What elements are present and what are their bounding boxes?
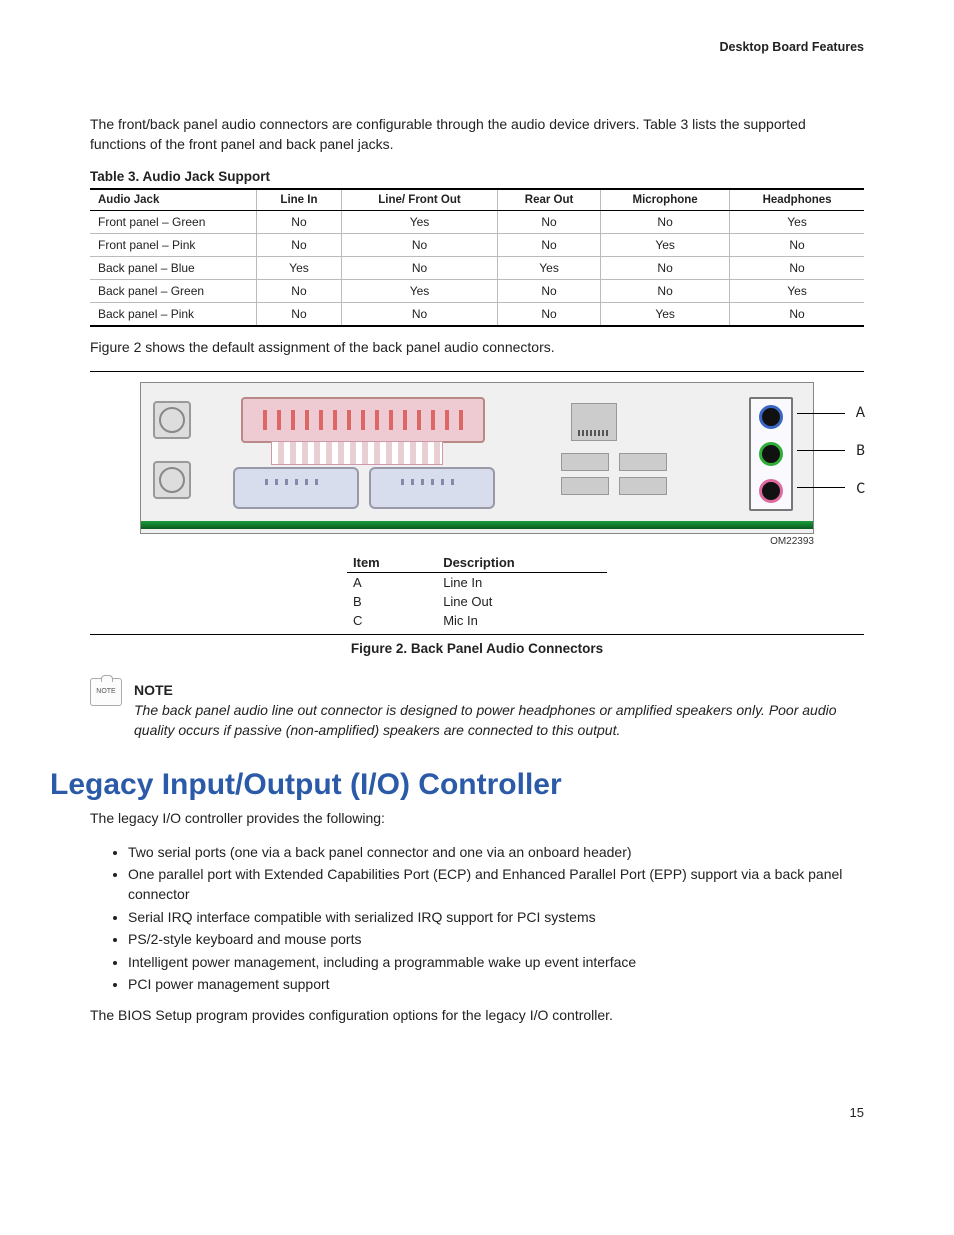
figure2-intro: Figure 2 shows the default assignment of… bbox=[90, 337, 864, 357]
label-a: A bbox=[856, 403, 865, 422]
th-headphones: Headphones bbox=[730, 189, 864, 211]
list-item: PCI power management support bbox=[128, 975, 864, 995]
figure-divider-bottom bbox=[90, 634, 864, 635]
table-row: Back panel – GreenNoYesNoNoYes bbox=[90, 279, 864, 302]
serial-port-icon bbox=[369, 467, 495, 509]
table-row: Front panel – PinkNoNoNoYesNo bbox=[90, 233, 864, 256]
table-row: Back panel – PinkNoNoNoYesNo bbox=[90, 302, 864, 326]
feature-list: Two serial ports (one via a back panel c… bbox=[90, 843, 864, 995]
th-front-out: Line/ Front Out bbox=[341, 189, 497, 211]
table3-caption: Table 3. Audio Jack Support bbox=[90, 169, 864, 184]
legend-th-desc: Description bbox=[437, 553, 607, 573]
usb-port-icon bbox=[619, 477, 667, 495]
ps2-port-icon bbox=[153, 461, 191, 499]
table3: Audio Jack Line In Line/ Front Out Rear … bbox=[90, 188, 864, 327]
parallel-port-icon bbox=[241, 397, 485, 443]
leader-line bbox=[797, 413, 845, 414]
note-body: The back panel audio line out connector … bbox=[134, 700, 864, 741]
audio-jack-stack-icon bbox=[749, 397, 793, 511]
figure2-legend: Item Description ALine In BLine Out CMic… bbox=[347, 553, 607, 630]
ethernet-port-icon bbox=[571, 403, 617, 441]
line-out-jack-icon bbox=[759, 442, 783, 466]
leader-line bbox=[797, 487, 845, 488]
th-microphone: Microphone bbox=[601, 189, 730, 211]
usb-port-icon bbox=[619, 453, 667, 471]
th-rear-out: Rear Out bbox=[498, 189, 601, 211]
list-item: Intelligent power management, including … bbox=[128, 953, 864, 973]
figure2-caption: Figure 2. Back Panel Audio Connectors bbox=[90, 641, 864, 656]
figure-reference-number: OM22393 bbox=[90, 536, 814, 547]
figure-divider-top bbox=[90, 371, 864, 372]
list-item: Serial IRQ interface compatible with ser… bbox=[128, 908, 864, 928]
table-row: Front panel – GreenNoYesNoNoYes bbox=[90, 210, 864, 233]
list-item: One parallel port with Extended Capabili… bbox=[128, 865, 864, 904]
back-panel-diagram: A B C bbox=[140, 382, 814, 534]
ps2-port-icon bbox=[153, 401, 191, 439]
page-header: Desktop Board Features bbox=[90, 40, 864, 54]
note-icon: NOTE bbox=[90, 678, 122, 706]
mic-in-jack-icon bbox=[759, 479, 783, 503]
section-heading-legacy-io: Legacy Input/Output (I/O) Controller bbox=[50, 768, 864, 802]
list-item: Two serial ports (one via a back panel c… bbox=[128, 843, 864, 863]
list-item: PS/2-style keyboard and mouse ports bbox=[128, 930, 864, 950]
section-after: The BIOS Setup program provides configur… bbox=[90, 1005, 864, 1025]
intro-paragraph: The front/back panel audio connectors ar… bbox=[90, 114, 864, 155]
usb-port-icon bbox=[561, 477, 609, 495]
label-c: C bbox=[856, 479, 865, 498]
page-number: 15 bbox=[90, 1105, 864, 1120]
label-b: B bbox=[856, 441, 865, 460]
th-line-in: Line In bbox=[257, 189, 342, 211]
line-in-jack-icon bbox=[759, 405, 783, 429]
th-audio-jack: Audio Jack bbox=[90, 189, 257, 211]
leader-line bbox=[797, 450, 845, 451]
serial-port-icon bbox=[233, 467, 359, 509]
usb-port-icon bbox=[561, 453, 609, 471]
section-lead: The legacy I/O controller provides the f… bbox=[90, 808, 864, 828]
table-row: Back panel – BlueYesNoYesNoNo bbox=[90, 256, 864, 279]
legend-th-item: Item bbox=[347, 553, 437, 573]
note-heading: NOTE bbox=[134, 682, 864, 698]
